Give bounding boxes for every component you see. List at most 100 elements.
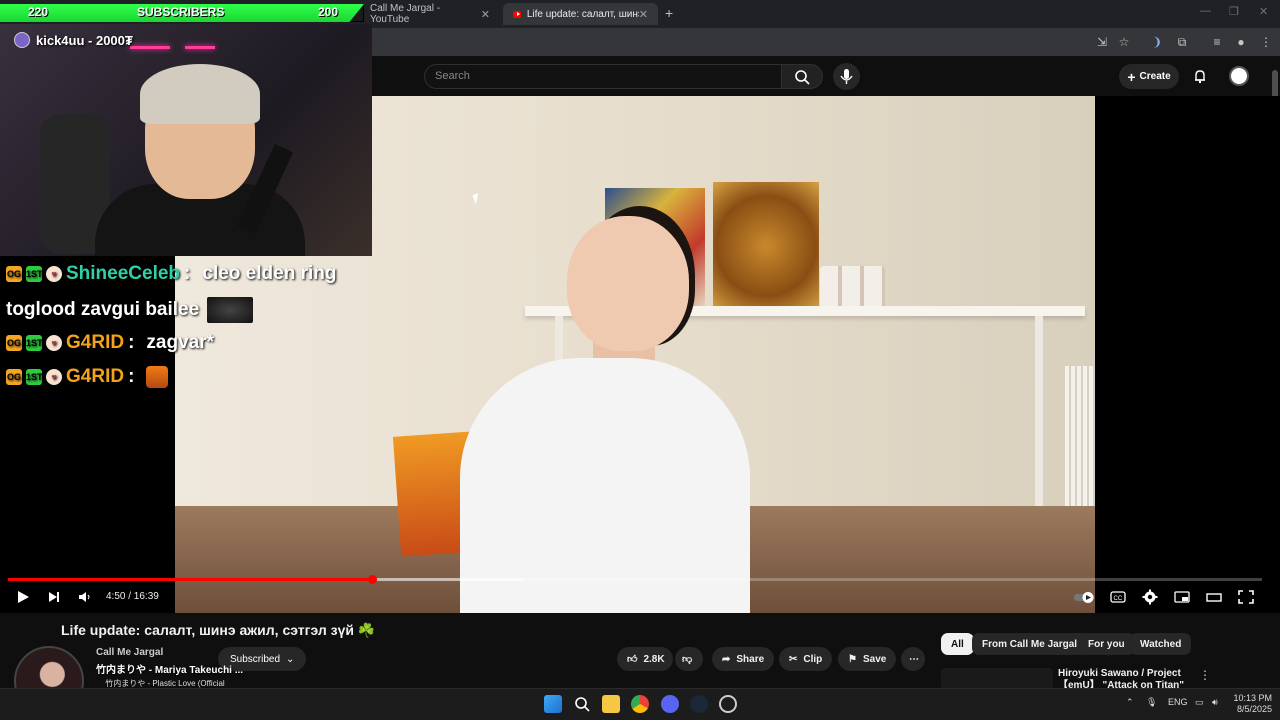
chevron-down-icon: ⌄ — [286, 653, 295, 665]
theater-mode-button[interactable] — [1204, 588, 1224, 606]
tray-microphone-icon[interactable]: 🎙︎ — [1146, 697, 1157, 708]
youtube-favicon-icon — [513, 10, 521, 18]
tray-volume-icon[interactable]: 🔊︎ — [1212, 697, 1218, 708]
neon-light — [130, 46, 170, 49]
subscriber-goal-target: 200 — [318, 5, 339, 19]
recommended-thumbnail[interactable] — [941, 668, 1053, 690]
account-avatar[interactable] — [1229, 66, 1249, 86]
plus-icon: + — [1127, 68, 1136, 85]
thumbs-up-icon: 👍︎ — [627, 654, 638, 665]
autoplay-toggle[interactable] — [1073, 588, 1097, 606]
volume-button[interactable] — [75, 588, 95, 606]
tray-chevron-up-icon[interactable]: ⌃ — [1126, 697, 1134, 708]
search-button[interactable] — [781, 64, 823, 89]
settings-taskbar-icon[interactable] — [719, 695, 737, 713]
new-tab-button[interactable]: + — [665, 5, 673, 21]
share-icon: ➦ — [722, 653, 731, 665]
cat-badge-icon: ♥ — [46, 369, 62, 385]
now-playing-title: 竹内まりや - Mariya Takeuchi ... — [96, 665, 244, 676]
media-control-icon[interactable]: ≡ — [1209, 34, 1225, 50]
close-tab-icon[interactable]: ✕ — [481, 8, 490, 21]
progress-scrubber[interactable] — [367, 575, 377, 584]
fullscreen-button[interactable] — [1236, 588, 1256, 606]
language-indicator[interactable]: ENG — [1168, 697, 1188, 707]
chat-message: OG 1ST ♥ G4RID: zagvar* — [6, 332, 214, 354]
chat-username: G4RID — [66, 366, 125, 387]
create-label: Create — [1139, 71, 1171, 82]
next-button[interactable] — [44, 588, 64, 606]
discord-icon[interactable] — [661, 695, 679, 713]
play-button[interactable] — [13, 588, 33, 606]
maximize-icon[interactable]: ❐ — [1229, 5, 1239, 18]
install-app-icon[interactable]: ⇲ — [1094, 34, 1110, 50]
tab-label: Life update: салалт, шинэ ажил — [526, 8, 639, 20]
chat-colon: : — [128, 366, 135, 387]
chip-for-you[interactable]: For you — [1078, 633, 1135, 655]
subscriber-goal-current: 220 — [28, 5, 49, 19]
like-count: 2.8K — [643, 653, 665, 665]
streamer-webcam — [0, 24, 372, 256]
voice-search-button[interactable] — [833, 63, 860, 90]
miniplayer-icon — [1174, 591, 1190, 603]
donation-alert-text: kick4uu - 2000₮ — [36, 32, 133, 48]
recommended-title[interactable]: Hiroyuki Sawano / Project 【emU】 "Attack … — [1058, 668, 1198, 688]
create-button[interactable]: + Create — [1119, 64, 1179, 89]
streamer-hair — [140, 64, 260, 124]
clip-label: Clip — [803, 653, 823, 665]
close-tab-icon[interactable]: ✕ — [639, 8, 648, 21]
play-icon — [18, 591, 29, 603]
miniplayer-button[interactable] — [1172, 588, 1192, 606]
chat-text: cleo elden ring — [202, 263, 337, 284]
clock-date: 8/5/2025 — [1236, 704, 1272, 714]
chat-username: G4RID — [66, 332, 125, 353]
tab-life-update[interactable]: Life update: салалт, шинэ ажил ✕ — [503, 3, 658, 25]
save-button[interactable]: ⚑ Save — [838, 647, 897, 671]
first-badge-icon: 1ST — [26, 335, 43, 351]
more-actions-button[interactable]: ⋯ — [901, 647, 925, 671]
captions-button[interactable]: CC — [1108, 588, 1128, 606]
neon-light — [185, 46, 215, 49]
steam-icon[interactable] — [690, 695, 708, 713]
close-window-icon[interactable]: ✕ — [1259, 5, 1268, 18]
cat-badge-icon: ♥ — [46, 335, 62, 351]
file-explorer-icon[interactable] — [602, 695, 620, 713]
clock-time: 10:13 PM — [1233, 693, 1272, 703]
chrome-icon[interactable] — [631, 695, 649, 713]
settings-button[interactable] — [1140, 588, 1160, 606]
clock[interactable]: 10:13 PM 8/5/2025 — [1232, 693, 1272, 715]
microphone-icon — [840, 69, 853, 84]
chat-emote-icon — [207, 297, 254, 323]
tab-call-me-jargal[interactable]: Call Me Jargal - YouTube ✕ — [360, 3, 500, 25]
share-button[interactable]: ➦ Share — [712, 647, 775, 671]
tray-network-icon[interactable]: ▭ — [1195, 697, 1204, 708]
cat-badge-icon: ♥ — [46, 266, 62, 282]
scissors-icon: ✂ — [789, 653, 798, 665]
clip-button[interactable]: ✂ Clip — [779, 647, 833, 671]
dislike-button[interactable]: 👎︎ — [675, 647, 703, 671]
autoplay-toggle-icon — [1074, 592, 1094, 603]
bookmark-star-icon[interactable]: ☆ — [1116, 34, 1132, 50]
person-shirt — [460, 358, 750, 613]
svg-text:CC: CC — [1114, 596, 1123, 602]
notifications-bell-icon[interactable] — [1192, 68, 1208, 84]
extensions-puzzle-icon[interactable]: ⧉ — [1174, 34, 1190, 50]
og-badge-icon: OG — [6, 369, 22, 385]
channel-name[interactable]: Call Me Jargal — [96, 647, 163, 658]
first-badge-icon: 1ST — [26, 266, 43, 282]
search-input[interactable]: Search — [424, 64, 782, 89]
windows-start-icon[interactable] — [544, 695, 562, 713]
like-button[interactable]: 👍︎ 2.8K — [617, 647, 673, 671]
extension-icon[interactable]: ❩ — [1149, 34, 1165, 50]
profile-icon[interactable]: ● — [1233, 34, 1249, 50]
chat-colon: : — [128, 332, 135, 353]
chip-from-channel[interactable]: From Call Me Jargal — [972, 633, 1088, 655]
chip-all[interactable]: All — [941, 633, 974, 655]
kick-icon — [14, 32, 30, 48]
minimize-icon[interactable]: — — [1200, 5, 1211, 17]
fullscreen-icon — [1238, 590, 1254, 604]
recommendation-menu-icon[interactable]: ⋮ — [1199, 668, 1211, 682]
browser-menu-icon[interactable]: ⋮ — [1258, 34, 1274, 50]
search-taskbar-icon[interactable] — [573, 695, 591, 713]
chip-watched[interactable]: Watched — [1130, 633, 1192, 655]
jars — [820, 266, 885, 308]
